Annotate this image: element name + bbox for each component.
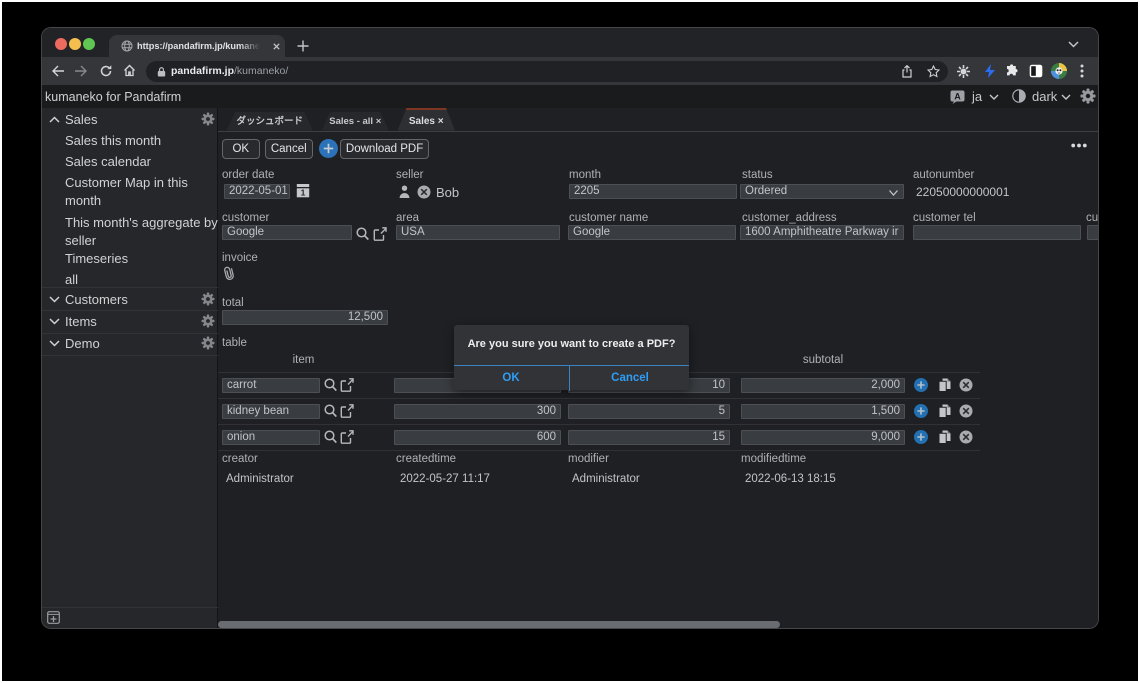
svg-text:A: A [954, 92, 961, 102]
svg-text:1: 1 [301, 187, 306, 197]
